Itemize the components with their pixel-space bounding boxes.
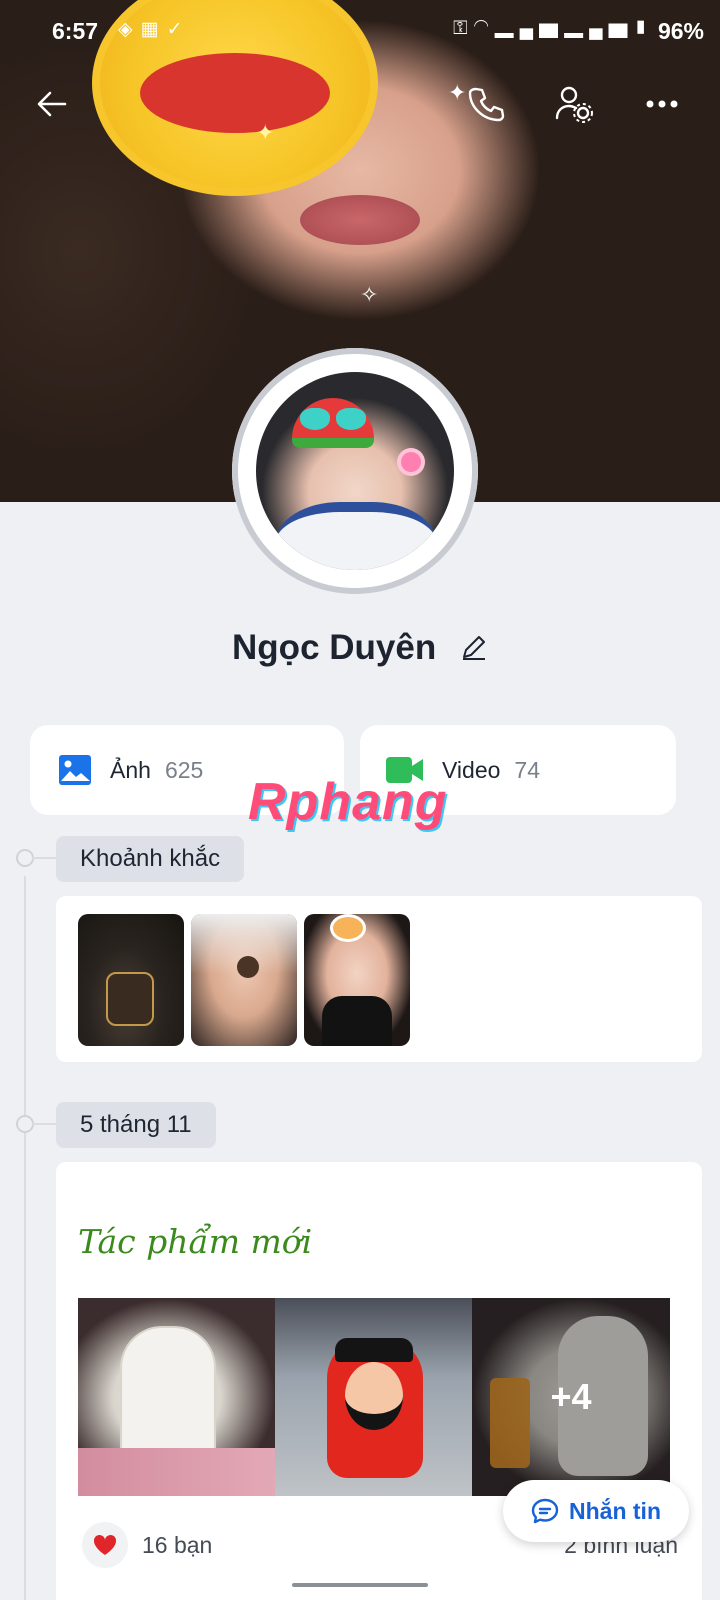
- photos-count: 625: [164, 756, 204, 783]
- arrow-left-icon: [37, 91, 67, 117]
- key-icon: ⚿: [453, 18, 474, 39]
- pencil-icon: [462, 635, 485, 660]
- post-title: Tác phẩm mới: [78, 1222, 313, 1261]
- battery-icon: ▮: [633, 18, 654, 39]
- hamster-sticker: [330, 914, 366, 942]
- moment-thumbnail[interactable]: [191, 914, 297, 1046]
- post-photo[interactable]: [78, 1298, 276, 1496]
- status-bar: 6:57 ◈▦✓ ⚿◠▂▄▆▂▄▆▮ 96%: [0, 14, 720, 48]
- sparkle-icon: ✧: [360, 282, 379, 307]
- signal-icon: ▂▄▆: [494, 18, 565, 39]
- more-horizontal-icon: [646, 100, 678, 108]
- heart-glasses-sticker: [300, 408, 370, 430]
- post-photo[interactable]: [275, 1298, 473, 1496]
- top-action-bar: [0, 76, 720, 132]
- avatar[interactable]: [256, 372, 454, 570]
- battery-percent: 96%: [657, 18, 704, 44]
- bag-shape: [106, 972, 154, 1026]
- post-photo[interactable]: +4: [472, 1298, 670, 1496]
- like-button[interactable]: [82, 1522, 128, 1568]
- status-app-icons: ◈▦✓: [118, 18, 191, 41]
- shield-icon: ◈: [118, 19, 141, 40]
- chat-icon: [531, 1498, 559, 1524]
- call-button[interactable]: [458, 76, 514, 132]
- user-settings-icon: [555, 86, 593, 123]
- wifi-icon: ◠: [473, 18, 495, 39]
- status-system-icons: ⚿◠▂▄▆▂▄▆▮: [453, 18, 654, 40]
- more-button[interactable]: [634, 76, 690, 132]
- videos-count: 74: [514, 756, 541, 783]
- moment-thumbnail[interactable]: [78, 914, 184, 1046]
- back-button[interactable]: [24, 76, 80, 132]
- moments-panel: [56, 896, 702, 1062]
- momo-icon: ▦: [140, 19, 167, 40]
- image-icon: [59, 755, 91, 785]
- signal-icon: ▂▄▆: [564, 18, 634, 39]
- flower-sticker: [401, 452, 421, 472]
- timeline-connector: [32, 857, 56, 859]
- message-button[interactable]: Nhắn tin: [503, 1480, 689, 1542]
- profile-name: Ngọc Duyên: [232, 628, 437, 667]
- profile-settings-button[interactable]: [546, 76, 602, 132]
- home-indicator[interactable]: [292, 1583, 428, 1587]
- watermark-logo: Rphang: [248, 773, 448, 831]
- more-photos-overlay[interactable]: +4: [472, 1298, 670, 1496]
- edit-name-button[interactable]: [460, 630, 488, 670]
- moments-chip: Khoảnh khắc: [56, 836, 245, 882]
- heart-icon: [93, 1534, 117, 1555]
- message-button-label: Nhắn tin: [569, 1497, 661, 1524]
- sticker-shape: [237, 956, 259, 978]
- reactions-count[interactable]: 16 bạn: [142, 1532, 212, 1559]
- moment-thumbnail[interactable]: [304, 914, 410, 1046]
- cover-lips: [300, 195, 420, 245]
- status-time: 6:57: [52, 18, 99, 44]
- videos-label: Video: [442, 756, 501, 783]
- v-icon: ✓: [166, 19, 191, 40]
- timeline-connector: [32, 1123, 56, 1125]
- post-date-chip: 5 tháng 11: [56, 1102, 216, 1148]
- photos-label: Ảnh: [110, 756, 151, 783]
- avatar-shirt: [276, 502, 436, 570]
- profile-name-row: Ngọc Duyên: [0, 628, 720, 670]
- phone-icon: [468, 87, 505, 122]
- timeline-line: [24, 876, 26, 1600]
